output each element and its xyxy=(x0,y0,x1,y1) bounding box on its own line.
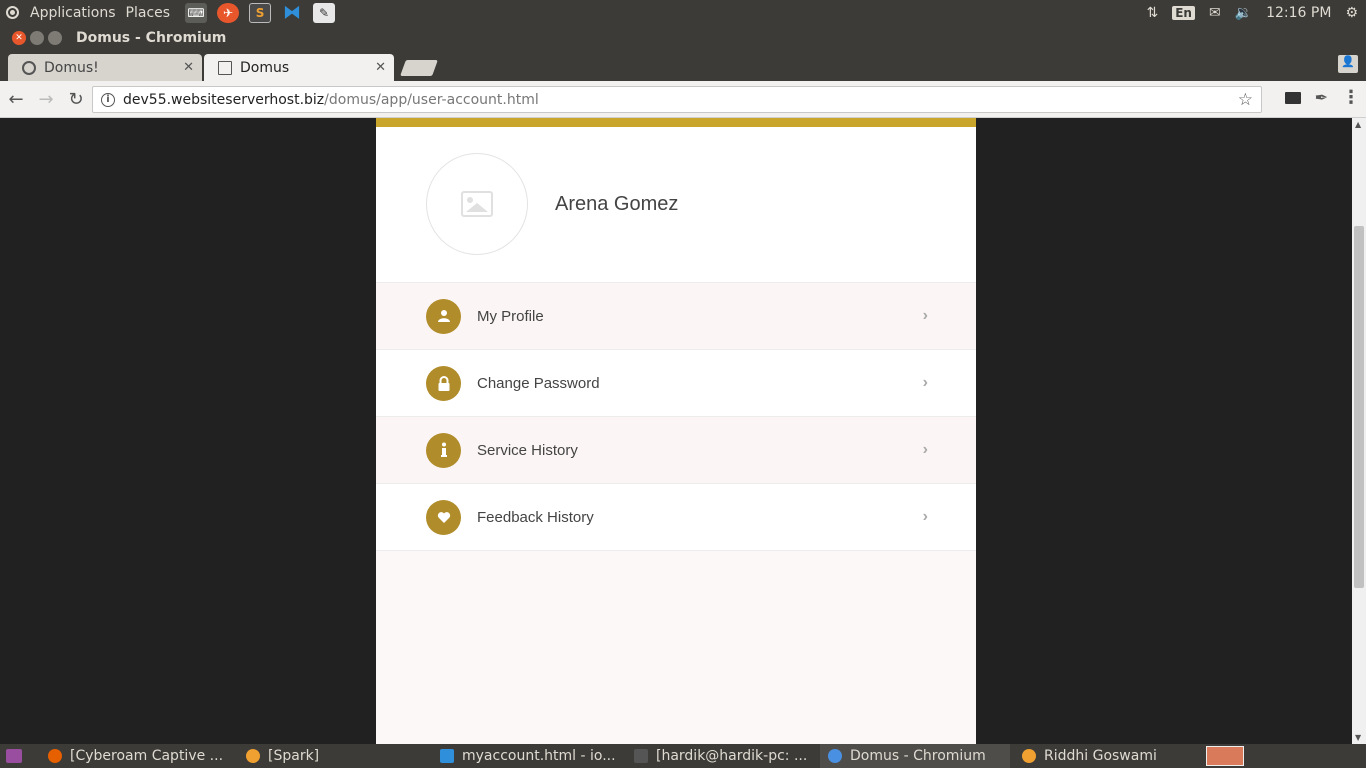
chevron-right-icon: › xyxy=(922,441,928,458)
window-title-bar: ✕ Domus - Chromium xyxy=(0,25,1366,51)
workspace-switcher[interactable] xyxy=(1206,746,1244,766)
image-placeholder-icon xyxy=(461,191,493,217)
text-editor-launcher-icon[interactable]: ✎ xyxy=(313,2,336,23)
top-panel: Applications Places ⌨ ✈ S ⧓ ✎ ⇅ En ✉ 🔉 1… xyxy=(0,0,1366,25)
vscode-icon xyxy=(440,749,454,763)
taskbar-item-terminal[interactable]: [hardik@hardik-pc: ... xyxy=(626,744,812,768)
chevron-right-icon: › xyxy=(922,307,928,324)
tab-label: Domus! xyxy=(44,59,99,76)
tab-close-icon[interactable]: ✕ xyxy=(183,60,194,75)
taskbar-label: [Spark] xyxy=(268,748,320,764)
keyboard-launcher-icon[interactable]: ⌨ xyxy=(185,2,208,23)
window-close-icon[interactable]: ✕ xyxy=(12,31,26,45)
spark-icon xyxy=(246,749,260,763)
sublime-text-launcher-icon[interactable]: S xyxy=(249,2,272,23)
window-title: Domus - Chromium xyxy=(76,30,227,46)
show-desktop-icon[interactable] xyxy=(6,749,22,763)
url-host: dev55.websiteserverhost.biz xyxy=(123,91,325,108)
vscode-launcher-icon[interactable]: ⧓ xyxy=(281,2,303,23)
user-name: Arena Gomez xyxy=(555,193,679,215)
tab-close-icon[interactable]: ✕ xyxy=(375,60,386,75)
applications-menu[interactable]: Applications xyxy=(0,5,121,21)
taskbar-label: [hardik@hardik-pc: ... xyxy=(656,748,808,764)
window-minimize-icon[interactable] xyxy=(30,31,44,45)
postman-launcher-icon[interactable]: ✈ xyxy=(217,2,240,23)
scroll-down-icon[interactable]: ▼ xyxy=(1355,733,1361,742)
menu-item-my-profile[interactable]: My Profile › xyxy=(376,283,976,350)
menu-kebab-icon[interactable]: ⋮ xyxy=(1342,87,1360,108)
taskbar: [Cyberoam Captive ... [Spark] myaccount.… xyxy=(0,744,1366,768)
firefox-icon xyxy=(48,749,62,763)
clock[interactable]: 12:16 PM xyxy=(1266,5,1331,21)
menu-label: Feedback History xyxy=(477,508,594,526)
taskbar-item-chromium[interactable]: Domus - Chromium xyxy=(820,744,1010,768)
keyboard-layout-indicator[interactable]: En xyxy=(1172,5,1195,20)
tab-favicon-icon xyxy=(22,60,36,75)
bookmark-star-icon[interactable]: ☆ xyxy=(1238,90,1253,110)
profile-icon[interactable]: 👤 xyxy=(1338,55,1358,73)
terminal-extension-icon[interactable] xyxy=(1284,91,1301,104)
heart-icon xyxy=(426,499,461,535)
taskbar-item-vscode[interactable]: myaccount.html - io... xyxy=(432,744,618,768)
color-picker-extension-icon[interactable]: ✒ xyxy=(1315,88,1328,107)
taskbar-label: myaccount.html - io... xyxy=(462,748,616,764)
info-icon xyxy=(426,432,461,468)
scroll-up-icon[interactable]: ▲ xyxy=(1355,120,1361,129)
chevron-right-icon: › xyxy=(922,374,928,391)
spark-icon xyxy=(1022,749,1036,763)
applications-label: Applications xyxy=(30,4,116,21)
url-path: /domus/app/user-account.html xyxy=(324,91,539,108)
menu-item-feedback-history[interactable]: Feedback History › xyxy=(376,484,976,551)
page-viewport: Arena Gomez My Profile › Change Password… xyxy=(0,118,1352,744)
chevron-right-icon: › xyxy=(922,508,928,525)
scroll-thumb[interactable] xyxy=(1354,226,1364,588)
window-maximize-icon[interactable] xyxy=(48,31,62,45)
site-info-icon[interactable]: i xyxy=(101,92,115,107)
menu-item-change-password[interactable]: Change Password › xyxy=(376,350,976,417)
page-scrollbar[interactable]: ▲ ▼ xyxy=(1352,118,1366,744)
browser-toolbar: ← → ↻ i dev55.websiteserverhost.biz/domu… xyxy=(0,81,1366,118)
page-favicon-icon xyxy=(218,60,232,75)
settings-gear-icon[interactable]: ⚙ xyxy=(1345,5,1358,21)
menu-item-service-history[interactable]: Service History › xyxy=(376,417,976,484)
places-menu[interactable]: Places xyxy=(121,5,176,21)
menu-label: Change Password xyxy=(477,374,600,392)
avatar[interactable] xyxy=(426,153,528,255)
tab-domus[interactable]: Domus ✕ xyxy=(204,54,394,81)
user-account-panel: Arena Gomez My Profile › Change Password… xyxy=(376,118,976,744)
lock-icon xyxy=(426,365,461,401)
tab-strip: Domus! ✕ Domus ✕ 👤 xyxy=(0,51,1366,81)
address-bar[interactable]: i dev55.websiteserverhost.biz/domus/app/… xyxy=(92,86,1262,113)
forward-arrow-icon[interactable]: → xyxy=(32,85,60,113)
user-icon xyxy=(426,298,461,334)
network-icon[interactable]: ⇅ xyxy=(1146,5,1158,21)
tab-domus-exclaim[interactable]: Domus! ✕ xyxy=(8,54,202,81)
new-tab-button[interactable] xyxy=(400,60,438,76)
mail-icon[interactable]: ✉ xyxy=(1209,5,1221,21)
reload-icon[interactable]: ↻ xyxy=(62,85,90,113)
taskbar-label: Domus - Chromium xyxy=(850,748,986,764)
taskbar-item-spark[interactable]: [Spark] xyxy=(238,744,428,768)
back-arrow-icon[interactable]: ← xyxy=(2,85,30,113)
taskbar-label: Riddhi Goswami xyxy=(1044,748,1157,764)
taskbar-item-riddhi[interactable]: Riddhi Goswami xyxy=(1014,744,1200,768)
tab-label: Domus xyxy=(240,59,290,76)
chromium-icon xyxy=(828,749,842,763)
menu-label: Service History xyxy=(477,441,578,459)
profile-header: Arena Gomez xyxy=(376,127,976,283)
menu-label: My Profile xyxy=(477,307,544,325)
ubuntu-logo-icon xyxy=(6,6,19,19)
header-banner xyxy=(376,118,976,127)
taskbar-item-cyberoam[interactable]: [Cyberoam Captive ... xyxy=(40,744,230,768)
volume-icon[interactable]: 🔉 xyxy=(1235,5,1252,21)
taskbar-label: [Cyberoam Captive ... xyxy=(70,748,224,764)
terminal-icon xyxy=(634,749,648,763)
